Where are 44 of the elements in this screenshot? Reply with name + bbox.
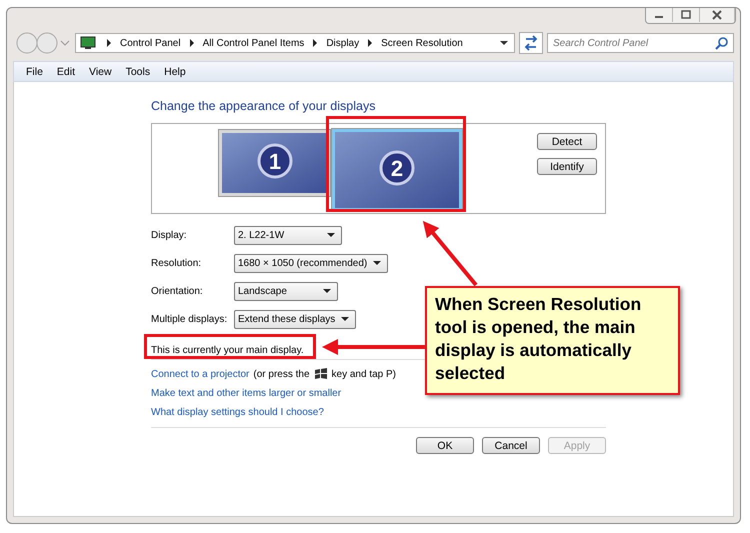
dropdown-caret-icon [327,232,335,238]
menu-item[interactable]: Edit [56,66,76,78]
breadcrumb[interactable]: Display [326,38,360,48]
setting-dropdown[interactable]: Extend these displays [234,310,356,328]
dropdown-caret-icon [373,260,382,266]
breadcrumb[interactable]: Screen Resolution [381,38,463,48]
side-button[interactable]: Identify [537,158,597,175]
windows-key-icon [314,368,328,380]
chevron-icon [104,38,114,48]
monitor-drawing[interactable]: 2 [331,128,463,212]
search-field[interactable]: Search Control Panel [547,33,734,53]
dialog-button[interactable]: Cancel [482,437,540,454]
projector-hint: key and tap P) [332,368,396,380]
breadcrumb[interactable]: Control Panel [120,38,181,48]
setting-dropdown[interactable]: Landscape [234,282,338,300]
setting-label: Resolution: [151,258,202,268]
side-button[interactable]: Detect [537,133,597,150]
refresh-icon[interactable] [519,32,543,54]
menu-item[interactable]: View [89,66,112,78]
page-heading: Change the appearance of your displays [151,99,376,113]
breadcrumb[interactable]: All Control Panel Items [202,38,304,48]
settings-link[interactable]: What display settings should I choose? [151,407,324,418]
setting-label: Orientation: [151,286,204,296]
address-bar[interactable]: Control Panel All Control Panel Items Display Screen Resolution [75,33,515,53]
projector-link[interactable]: Connect to a projector [151,368,250,380]
dropdown-caret-icon [323,288,331,294]
dropdown-icon[interactable] [498,38,510,48]
search-icon [715,36,729,50]
menu-item[interactable]: Tools [126,66,150,78]
setting-label: Display: [151,230,188,240]
dialog-button[interactable]: OK [416,437,474,454]
menu-item[interactable]: Help [164,66,186,78]
menu-item[interactable]: File [26,66,43,78]
annotation-arrow [422,220,478,286]
annotation-callout: When Screen Resolution tool is opened, the main display is automatically selected [425,286,680,395]
setting-label: Multiple displays: [151,314,228,324]
main-display-note: This is currently your main display. [151,345,304,356]
monitor-drawing[interactable]: 1 [218,129,331,197]
projector-hint: (or press the [253,368,310,380]
monitor-icon [80,36,98,50]
setting-dropdown[interactable]: 1680 × 1050 (recommended) [234,254,388,272]
dropdown-caret-icon [341,316,350,322]
settings-link[interactable]: Make text and other items larger or smaller [151,388,342,399]
setting-dropdown[interactable]: 2. L22-1W [234,226,342,244]
